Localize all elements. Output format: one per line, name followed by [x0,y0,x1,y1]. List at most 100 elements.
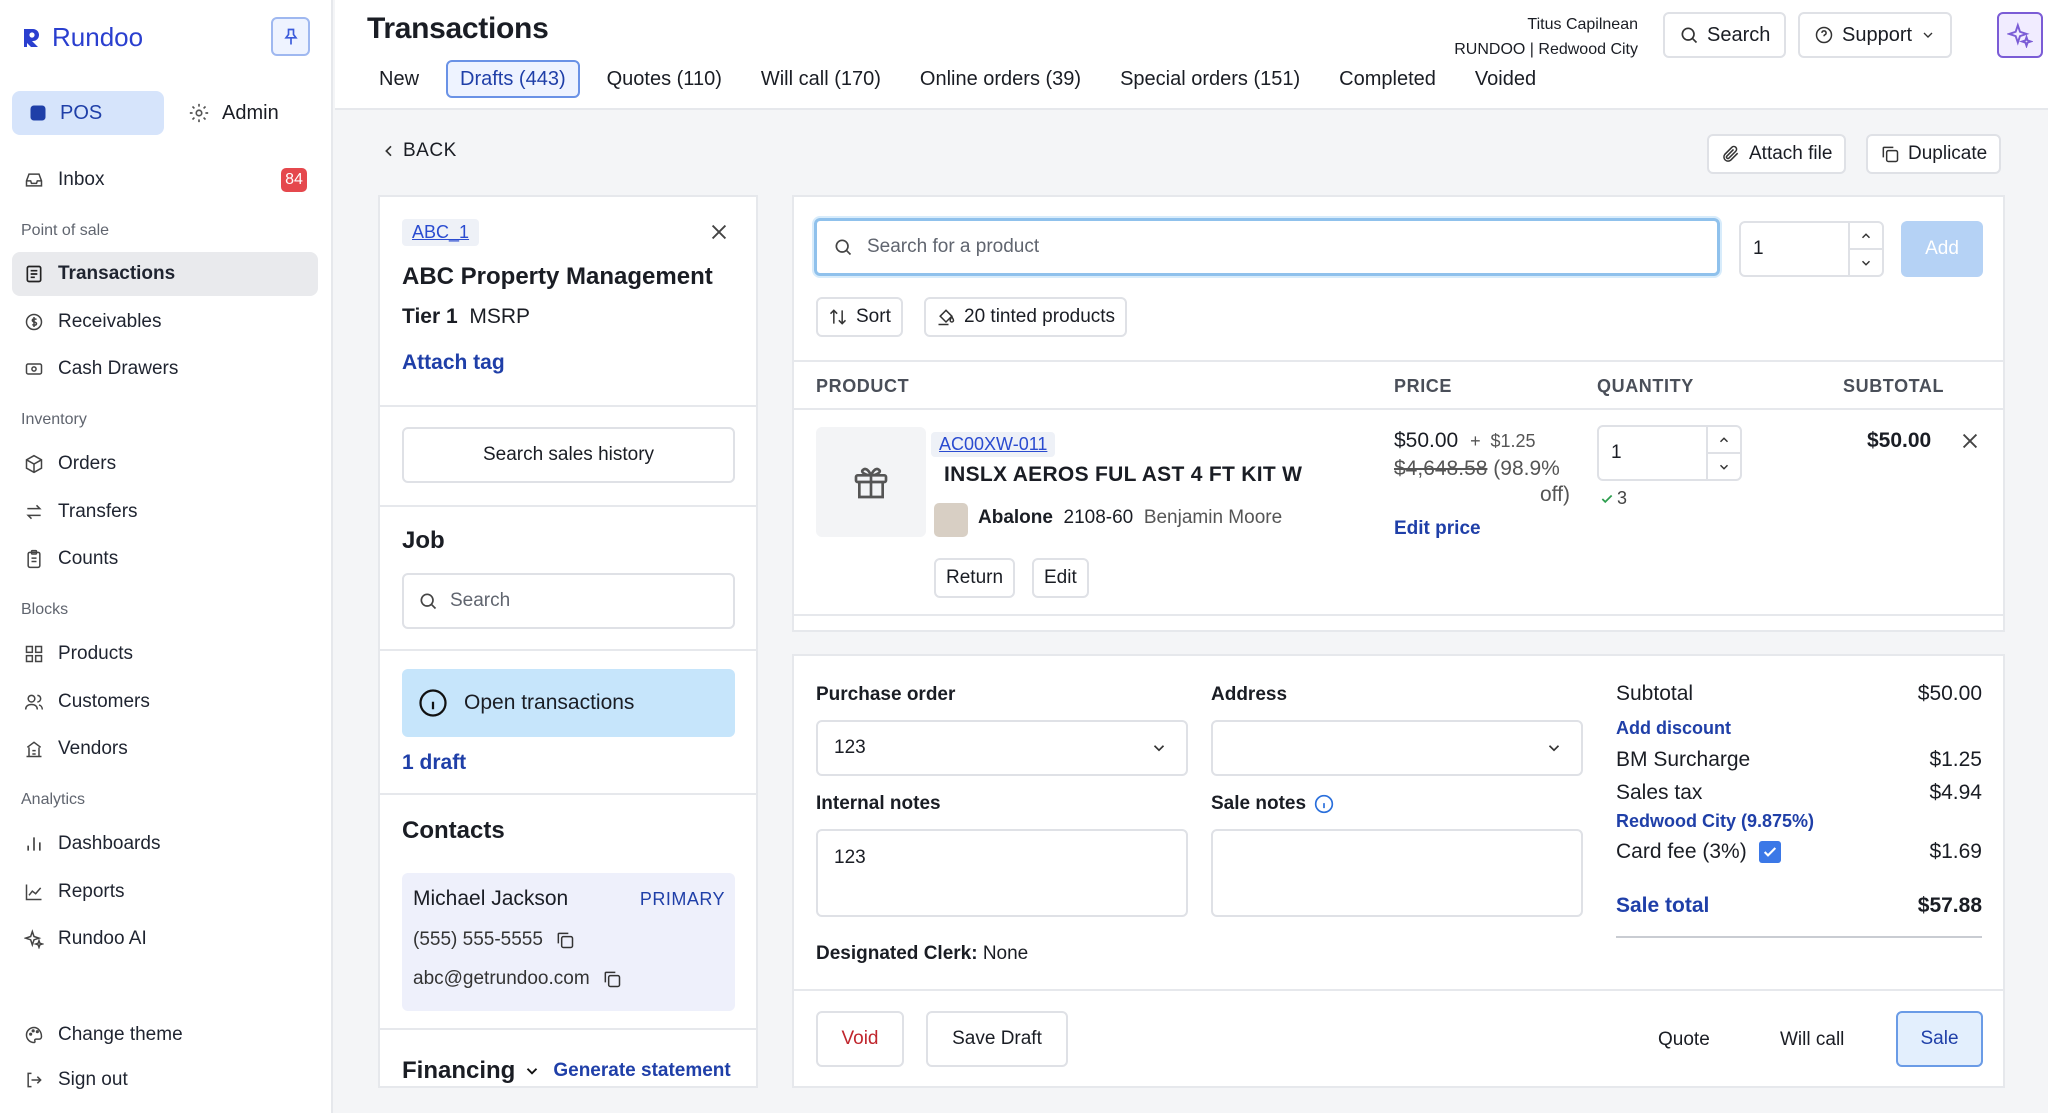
summary-tax-row: Sales tax $4.94 [1616,781,1982,805]
open-drafts-link[interactable]: 1 draft [402,751,466,775]
check-icon [1763,847,1776,857]
product-sku-link[interactable]: AC00XW-011 [931,432,1056,457]
order-details-panel: Purchase order 123 Address Internal note… [792,654,2005,1088]
edit-price-link[interactable]: Edit price [1394,515,1570,543]
tab-completed[interactable]: Completed [1327,60,1448,98]
internal-notes-label: Internal notes [816,793,941,814]
tinted-products-button[interactable]: 20 tinted products [924,297,1128,337]
chevron-up-icon[interactable] [1850,223,1882,250]
product-search-input[interactable]: Search for a product [814,218,1720,276]
customer-id-link[interactable]: ABC_1 [402,219,480,246]
chevron-down-icon[interactable] [1708,454,1740,479]
mode-switch: POS Admin [12,91,322,135]
job-section: Job Search [380,507,756,651]
close-icon [711,224,727,240]
tab-new[interactable]: New [367,60,431,98]
tab-special-orders[interactable]: Special orders (151) [1108,60,1312,98]
job-search-input[interactable]: Search [402,573,735,629]
back-button[interactable]: BACK [381,140,457,162]
sidebar-item-dashboards[interactable]: Dashboards [12,822,318,866]
column-header: QUANTITY [1597,376,1694,396]
copy-email-button[interactable] [602,969,622,989]
sale-notes-textarea[interactable] [1211,829,1583,917]
chevron-down-icon[interactable] [523,1062,541,1080]
tax-region-link[interactable]: Redwood City (9.875%) [1616,811,1814,832]
building-icon [24,739,44,759]
edit-item-button[interactable]: Edit [1032,558,1089,598]
surcharge-amount: $1.25 [1490,431,1536,451]
attach-file-button[interactable]: Attach file [1707,134,1847,174]
void-button[interactable]: Void [816,1011,904,1067]
tab-drafts[interactable]: Drafts (443) [446,60,580,98]
remove-line-button[interactable] [1959,430,1981,452]
unit-price: $50.00 [1394,429,1459,452]
top-header: Transactions New Drafts (443) Quotes (11… [335,0,2048,110]
ai-assistant-button[interactable] [1997,12,2043,58]
copy-phone-button[interactable] [555,930,575,950]
users-icon [24,692,44,712]
global-search-button[interactable]: Search [1663,12,1787,58]
mode-pos-button[interactable]: POS [12,91,164,135]
sidebar-item-change-theme[interactable]: Change theme [12,1013,318,1057]
remove-customer-button[interactable] [708,221,730,243]
save-draft-button[interactable]: Save Draft [926,1011,1068,1067]
summary-surcharge-row: BM Surcharge $1.25 [1616,748,1982,772]
tab-quotes[interactable]: Quotes (110) [595,60,734,98]
chevron-down-icon[interactable] [1850,250,1882,275]
sparkles-icon [24,929,44,949]
add-product-button[interactable]: Add [1901,221,1983,277]
chevron-up-icon[interactable] [1708,427,1740,454]
info-icon[interactable] [1314,794,1334,814]
pin-sidebar-button[interactable] [271,17,310,56]
sidebar-item-receivables[interactable]: Receivables [12,300,318,344]
tab-voided[interactable]: Voided [1463,60,1548,98]
sidebar-item-sign-out[interactable]: Sign out [12,1058,318,1102]
return-button[interactable]: Return [934,558,1016,598]
tab-will-call[interactable]: Will call (170) [749,60,893,98]
sidebar-item-label: Products [58,643,133,664]
surcharge-prefix: + [1470,431,1481,451]
sidebar-item-customers[interactable]: Customers [12,680,318,724]
search-icon [833,237,853,257]
sidebar-item-rundoo-ai[interactable]: Rundoo AI [12,917,318,961]
dollar-circle-icon [24,312,44,332]
transfer-arrows-icon [24,502,44,522]
nav-section-title: Point of sale [21,222,110,239]
sidebar-item-transactions[interactable]: Transactions [12,252,318,296]
line-quantity-stepper[interactable]: 1 [1597,425,1742,481]
chevron-down-icon [1545,739,1563,757]
purchase-order-select[interactable]: 123 [816,720,1188,776]
sidebar-item-products[interactable]: Products [12,632,318,676]
quote-button[interactable]: Quote [1658,1029,1710,1051]
sidebar-item-label: Transfers [58,501,138,522]
sidebar-item-vendors[interactable]: Vendors [12,727,318,771]
sidebar-item-transfers[interactable]: Transfers [12,490,318,534]
open-transactions-label: Open transactions [464,691,635,714]
mode-admin-button[interactable]: Admin [164,91,279,135]
add-discount-link[interactable]: Add discount [1616,718,1731,739]
sidebar-item-cash-drawers[interactable]: Cash Drawers [12,347,318,391]
user-info[interactable]: Titus Capilnean RUNDOO | Redwood City [1454,12,1638,62]
designated-clerk-value: None [982,943,1029,964]
sidebar-item-reports[interactable]: Reports [12,870,318,914]
generate-statement-link[interactable]: Generate statement [553,1060,730,1082]
attach-tag-link[interactable]: Attach tag [402,351,505,375]
internal-notes-textarea[interactable]: 123 [816,829,1188,917]
will-call-button[interactable]: Will call [1780,1029,1844,1051]
app-logo[interactable]: Rundoo [20,22,143,53]
add-quantity-stepper[interactable]: 1 [1739,221,1884,277]
card-fee-checkbox[interactable] [1758,841,1781,863]
sidebar-item-inbox[interactable]: Inbox [12,158,318,202]
product-thumbnail [816,427,926,537]
gear-icon [188,102,210,124]
support-dropdown[interactable]: Support [1798,12,1953,58]
sale-button[interactable]: Sale [1896,1011,1983,1067]
duplicate-button[interactable]: Duplicate [1866,134,2002,174]
tab-online-orders[interactable]: Online orders (39) [908,60,1093,98]
address-select[interactable] [1211,720,1583,776]
search-sales-history-button[interactable]: Search sales history [402,427,735,483]
sidebar-item-counts[interactable]: Counts [12,537,318,581]
sort-button[interactable]: Sort [816,297,903,337]
nav-section-title: Analytics [21,791,86,808]
sidebar-item-orders[interactable]: Orders [12,442,318,486]
